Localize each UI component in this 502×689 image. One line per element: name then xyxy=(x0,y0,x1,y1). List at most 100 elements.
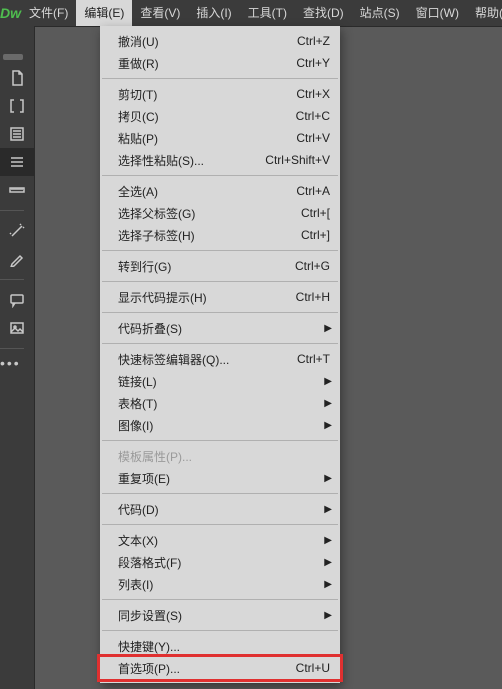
menu-item-shortcut: Ctrl+G xyxy=(295,259,330,273)
menu-item-label: 快捷键(Y)... xyxy=(118,638,330,655)
toolbar-separator xyxy=(0,279,24,280)
menu-item[interactable]: 快捷键(Y)... xyxy=(100,635,340,657)
submenu-arrow-icon: ▶ xyxy=(324,610,332,621)
menu-item-label: 转到行(G) xyxy=(118,258,285,275)
submenu-arrow-icon: ▶ xyxy=(324,504,332,515)
menubar: Dw 文件(F)编辑(E)查看(V)插入(I)工具(T)查找(D)站点(S)窗口… xyxy=(0,0,502,27)
submenu-arrow-icon: ▶ xyxy=(324,473,332,484)
list-icon[interactable] xyxy=(0,120,34,148)
menu-item[interactable]: 重做(R) Ctrl+Y xyxy=(100,52,340,74)
menu-item-label: 选择子标签(H) xyxy=(118,227,291,244)
menu-item[interactable]: 表格(T)▶ xyxy=(100,392,340,414)
app-logo: Dw xyxy=(0,0,21,26)
menu-item[interactable]: 剪切(T) Ctrl+X xyxy=(100,83,340,105)
menu-item-label: 全选(A) xyxy=(118,183,286,200)
menu-item[interactable]: 拷贝(C) Ctrl+C xyxy=(100,105,340,127)
menu-item-shortcut: Ctrl+U xyxy=(296,661,330,675)
menubar-item-0[interactable]: 文件(F) xyxy=(21,0,76,26)
menu-item[interactable]: 选择父标签(G) Ctrl+[ xyxy=(100,202,340,224)
menu-item-label: 拷贝(C) xyxy=(118,108,286,125)
menu-item-label: 代码折叠(S) xyxy=(118,320,330,337)
submenu-arrow-icon: ▶ xyxy=(324,398,332,409)
menu-item[interactable]: 选择子标签(H) Ctrl+] xyxy=(100,224,340,246)
menubar-item-4[interactable]: 工具(T) xyxy=(240,0,295,26)
menubar-item-1[interactable]: 编辑(E) xyxy=(76,0,132,26)
menu-item-label: 同步设置(S) xyxy=(118,607,330,624)
toolbar-overflow-icon[interactable]: ••• xyxy=(0,355,34,371)
file-icon[interactable] xyxy=(0,64,34,92)
menubar-item-7[interactable]: 窗口(W) xyxy=(408,0,467,26)
menu-item-shortcut: Ctrl+A xyxy=(296,184,330,198)
menu-item[interactable]: 文本(X)▶ xyxy=(100,529,340,551)
menu-item-shortcut: Ctrl+Shift+V xyxy=(265,153,330,167)
menu-item-shortcut: Ctrl+Y xyxy=(296,56,330,70)
submenu-arrow-icon: ▶ xyxy=(324,376,332,387)
menu-item-label: 选择父标签(G) xyxy=(118,205,291,222)
menu-item: 模板属性(P)... xyxy=(100,445,340,467)
menu-item[interactable]: 撤消(U) Ctrl+Z xyxy=(100,30,340,52)
menu-item-label: 首选项(P)... xyxy=(118,660,286,677)
menubar-item-2[interactable]: 查看(V) xyxy=(132,0,188,26)
menu-item[interactable]: 粘贴(P) Ctrl+V xyxy=(100,127,340,149)
menu-item-label: 重做(R) xyxy=(118,55,286,72)
menu-item[interactable]: 首选项(P)... Ctrl+U xyxy=(100,657,340,679)
image-icon[interactable] xyxy=(0,314,34,342)
menu-item-label: 剪切(T) xyxy=(118,86,286,103)
menu-item[interactable]: 列表(I)▶ xyxy=(100,573,340,595)
menu-item-shortcut: Ctrl+] xyxy=(301,228,330,242)
submenu-arrow-icon: ▶ xyxy=(324,420,332,431)
menu-item-label: 撤消(U) xyxy=(118,33,287,50)
comment-icon[interactable] xyxy=(0,286,34,314)
lines-icon[interactable] xyxy=(0,148,34,176)
menu-item-shortcut: Ctrl+T xyxy=(297,352,330,366)
menubar-item-5[interactable]: 查找(D) xyxy=(295,0,352,26)
menubar-item-3[interactable]: 插入(I) xyxy=(188,0,239,26)
menu-item[interactable]: 链接(L)▶ xyxy=(100,370,340,392)
menu-item-label: 显示代码提示(H) xyxy=(118,289,286,306)
submenu-arrow-icon: ▶ xyxy=(324,557,332,568)
menu-item[interactable]: 图像(I)▶ xyxy=(100,414,340,436)
panel-tab-nub[interactable] xyxy=(3,54,23,60)
menu-item[interactable]: 段落格式(F)▶ xyxy=(100,551,340,573)
menu-item-label: 快速标签编辑器(Q)... xyxy=(118,351,287,368)
menu-item-label: 图像(I) xyxy=(118,417,330,434)
menu-item-shortcut: Ctrl+[ xyxy=(301,206,330,220)
menu-item-shortcut: Ctrl+V xyxy=(296,131,330,145)
submenu-arrow-icon: ▶ xyxy=(324,535,332,546)
menu-item[interactable]: 代码(D)▶ xyxy=(100,498,340,520)
menu-item-label: 模板属性(P)... xyxy=(118,448,330,465)
menu-item-shortcut: Ctrl+C xyxy=(296,109,330,123)
submenu-arrow-icon: ▶ xyxy=(324,579,332,590)
menu-item-shortcut: Ctrl+Z xyxy=(297,34,330,48)
menu-item-label: 段落格式(F) xyxy=(118,554,330,571)
menu-item[interactable]: 代码折叠(S)▶ xyxy=(100,317,340,339)
menubar-item-6[interactable]: 站点(S) xyxy=(352,0,408,26)
menu-item[interactable]: 显示代码提示(H) Ctrl+H xyxy=(100,286,340,308)
menu-item-label: 粘贴(P) xyxy=(118,130,286,147)
menu-item[interactable]: 全选(A) Ctrl+A xyxy=(100,180,340,202)
toolbar-separator xyxy=(0,210,24,211)
menu-item-label: 表格(T) xyxy=(118,395,330,412)
menu-item[interactable]: 同步设置(S)▶ xyxy=(100,604,340,626)
menu-item-shortcut: Ctrl+X xyxy=(296,87,330,101)
toolbar-separator xyxy=(0,348,24,349)
menubar-item-8[interactable]: 帮助(H) xyxy=(467,0,502,26)
left-toolbar: ••• xyxy=(0,26,35,689)
submenu-arrow-icon: ▶ xyxy=(324,323,332,334)
menu-item-label: 代码(D) xyxy=(118,501,330,518)
menu-item-label: 文本(X) xyxy=(118,532,330,549)
menu-item[interactable]: 重复项(E)▶ xyxy=(100,467,340,489)
menu-item-label: 选择性粘贴(S)... xyxy=(118,152,255,169)
ruler-icon[interactable] xyxy=(0,176,34,204)
menu-item[interactable]: 选择性粘贴(S)... Ctrl+Shift+V xyxy=(100,149,340,171)
menu-item-label: 列表(I) xyxy=(118,576,330,593)
brackets-icon[interactable] xyxy=(0,92,34,120)
menu-item[interactable]: 快速标签编辑器(Q)... Ctrl+T xyxy=(100,348,340,370)
edit-menu-dropdown: 撤消(U) Ctrl+Z 重做(R) Ctrl+Y 剪切(T) Ctrl+X 拷贝(C) Ct… xyxy=(100,26,340,683)
wand-icon[interactable] xyxy=(0,217,34,245)
menu-item[interactable]: 转到行(G) Ctrl+G xyxy=(100,255,340,277)
pen-icon[interactable] xyxy=(0,245,34,273)
menu-item-shortcut: Ctrl+H xyxy=(296,290,330,304)
menu-item-label: 重复项(E) xyxy=(118,470,330,487)
menu-item-label: 链接(L) xyxy=(118,373,330,390)
